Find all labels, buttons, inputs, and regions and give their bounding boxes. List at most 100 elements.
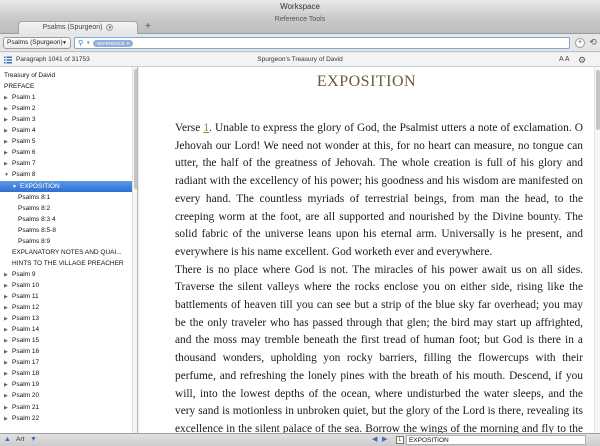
disclosure-expanded-icon[interactable]: ▼ xyxy=(12,182,20,192)
search-input[interactable]: ⚲ ▾ REFERENCE ▾ xyxy=(74,37,570,49)
toc-item[interactable]: EXPLANATORY NOTES AND QUAI... xyxy=(0,247,132,258)
toc-item[interactable]: ▶ Psalm 7 xyxy=(0,158,132,169)
toolbar: Psalms (Spurgeon) ▼ ⚲ ▾ REFERENCE ▾ + ⟲ xyxy=(0,34,600,52)
toc-item[interactable]: ▶ Psalm 1 xyxy=(0,92,132,103)
sync-icon[interactable]: ⟲ xyxy=(588,38,598,48)
gear-icon[interactable]: ⚙ xyxy=(578,53,586,67)
scroll-up-icon[interactable]: ▲ xyxy=(4,434,11,446)
disclosure-collapsed-icon[interactable]: ▶ xyxy=(4,281,12,291)
disclosure-collapsed-icon[interactable]: ▶ xyxy=(4,148,12,158)
toc-item-label: Psalms 8:9 xyxy=(18,237,51,245)
toc-item[interactable]: ▶ Psalm 14 xyxy=(0,324,132,335)
toc-item[interactable]: PREFACE xyxy=(0,81,132,92)
toc-item-label: Psalm 22 xyxy=(12,414,40,422)
toc-item-label: Psalm 5 xyxy=(12,138,36,146)
toc-item-label: Psalm 7 xyxy=(12,160,36,168)
toc-item[interactable]: ▶ Psalm 2 xyxy=(0,103,132,114)
toc-item-label: Psalm 9 xyxy=(12,270,36,278)
reference-chip[interactable]: REFERENCE ▾ xyxy=(93,40,134,47)
toc-item-label: Psalm 17 xyxy=(12,359,40,367)
section-heading: EXPOSITION xyxy=(316,73,417,90)
toc-item-label: EXPLANATORY NOTES AND QUAI... xyxy=(12,248,122,256)
toc-item[interactable]: Psalms 8:3 4 xyxy=(0,214,132,225)
toc-item[interactable]: Psalms 8:9 xyxy=(0,236,132,247)
font-size-control[interactable]: A A xyxy=(559,53,570,67)
toc-item[interactable]: ▶ Psalm 9 xyxy=(0,269,132,280)
toc-item-selected[interactable]: ▼ EXPOSITION xyxy=(0,180,132,192)
disclosure-collapsed-icon[interactable]: ▶ xyxy=(4,104,12,114)
reference-chip-label: REFERENCE xyxy=(97,41,125,46)
toc-item-label: Psalms 8:2 xyxy=(18,204,51,212)
search-options-chevron-icon[interactable]: ▾ xyxy=(87,38,90,49)
scroll-down-icon[interactable]: ▼ xyxy=(30,434,37,446)
toc-item[interactable]: ▶ Psalm 18 xyxy=(0,368,132,379)
toc-item[interactable]: ▶ Psalm 5 xyxy=(0,136,132,147)
disclosure-collapsed-icon[interactable]: ▶ xyxy=(4,292,12,302)
disclosure-collapsed-icon[interactable]: ▶ xyxy=(4,93,12,103)
toc-item[interactable]: ▶ Psalm 11 xyxy=(0,291,132,302)
disclosure-collapsed-icon[interactable]: ▶ xyxy=(4,336,12,346)
disclosure-collapsed-icon[interactable]: ▶ xyxy=(4,126,12,136)
toc-item-label: Psalm 6 xyxy=(12,149,36,157)
disclosure-collapsed-icon[interactable]: ▶ xyxy=(4,325,12,335)
add-tab-button[interactable]: + xyxy=(145,21,151,33)
toc-item[interactable]: ▶ Psalm 17 xyxy=(0,357,132,368)
toc-item-label: Psalm 11 xyxy=(12,293,39,300)
toc-item[interactable]: ▶ Psalm 4 xyxy=(0,125,132,136)
disclosure-collapsed-icon[interactable]: ▶ xyxy=(4,391,12,401)
toc-item[interactable]: ▶ Psalm 3 xyxy=(0,114,132,125)
toc-item-label: Psalm 10 xyxy=(12,281,40,289)
toc-item[interactable]: HINTS TO THE VILLAGE PREACHER xyxy=(0,258,132,269)
disclosure-expanded-icon[interactable]: ▼ xyxy=(4,170,12,180)
disclosure-collapsed-icon[interactable]: ▶ xyxy=(4,303,12,313)
paragraph-1-text: . Unable to express the glory of God, th… xyxy=(175,122,583,258)
toc-item-label: Psalm 14 xyxy=(12,326,40,334)
location-field[interactable]: EXPOSITION xyxy=(406,435,586,445)
resource-select[interactable]: Psalms (Spurgeon) ▼ xyxy=(3,37,71,49)
toc-item[interactable]: ▼ Psalm 8 xyxy=(0,169,132,180)
previous-arrow-icon[interactable]: ◀ xyxy=(372,434,377,446)
next-arrow-icon[interactable]: ▶ xyxy=(382,434,387,446)
toc-item[interactable]: ▶ Psalm 19 xyxy=(0,379,132,390)
content-scroll-thumb[interactable] xyxy=(596,70,600,130)
toc-item[interactable]: Treasury of David xyxy=(0,70,132,81)
table-of-contents-icon[interactable] xyxy=(4,56,12,64)
search-icon: ⚲ xyxy=(78,40,84,47)
disclosure-collapsed-icon[interactable]: ▶ xyxy=(4,270,12,280)
disclosure-collapsed-icon[interactable]: ▶ xyxy=(4,314,12,324)
tab-psalms-spurgeon[interactable]: Psalms (Spurgeon) ▾ xyxy=(18,21,138,34)
disclosure-collapsed-icon[interactable]: ▶ xyxy=(4,414,12,424)
toc-item[interactable]: Psalms 8:2 xyxy=(0,203,132,214)
toc-item[interactable]: ▶ Psalm 6 xyxy=(0,147,132,158)
sidebar-scroll-thumb[interactable] xyxy=(134,69,137,189)
toc-item[interactable]: ▶ Psalm 13 xyxy=(0,313,132,324)
toc-item[interactable]: Psalms 8:5-8 xyxy=(0,225,132,236)
resource-select-label: Psalms (Spurgeon) xyxy=(7,39,63,46)
toc-item-label: Psalm 2 xyxy=(12,105,36,113)
toc-item[interactable]: ▶ Psalm 21 xyxy=(0,402,132,413)
content-scrollbar[interactable] xyxy=(594,67,600,433)
disclosure-collapsed-icon[interactable]: ▶ xyxy=(4,137,12,147)
toc-item-label: Psalm 13 xyxy=(12,315,40,323)
toc-item[interactable]: ▶ Psalm 15 xyxy=(0,335,132,346)
tab-menu-icon[interactable]: ▾ xyxy=(106,23,114,31)
toc-item[interactable]: ▶ Psalm 20 xyxy=(0,390,132,401)
disclosure-collapsed-icon[interactable]: ▶ xyxy=(4,358,12,368)
sidebar-scrollbar[interactable] xyxy=(132,67,137,433)
toc-item[interactable]: ▶ Psalm 22 xyxy=(0,413,132,424)
disclosure-collapsed-icon[interactable]: ▶ xyxy=(4,347,12,357)
disclosure-collapsed-icon[interactable]: ▶ xyxy=(4,159,12,169)
toc-item[interactable]: Psalms 8:1 xyxy=(0,192,132,203)
disclosure-collapsed-icon[interactable]: ▶ xyxy=(4,369,12,379)
toc-item-label: Psalms 8:3 4 xyxy=(18,215,56,223)
toc-item[interactable]: ▶ Psalm 10 xyxy=(0,280,132,291)
disclosure-collapsed-icon[interactable]: ▶ xyxy=(4,380,12,390)
toc-item[interactable]: ▶ Psalm 12 xyxy=(0,302,132,313)
toc-item-label: Psalms 8:5-8 xyxy=(18,226,56,234)
disclosure-collapsed-icon[interactable]: ▶ xyxy=(4,115,12,125)
view-mode-label[interactable]: Art xyxy=(16,434,24,446)
toc-item-label: Psalm 12 xyxy=(12,304,40,312)
toc-item[interactable]: ▶ Psalm 16 xyxy=(0,346,132,357)
add-icon[interactable]: + xyxy=(575,38,585,48)
disclosure-collapsed-icon[interactable]: ▶ xyxy=(4,403,12,413)
